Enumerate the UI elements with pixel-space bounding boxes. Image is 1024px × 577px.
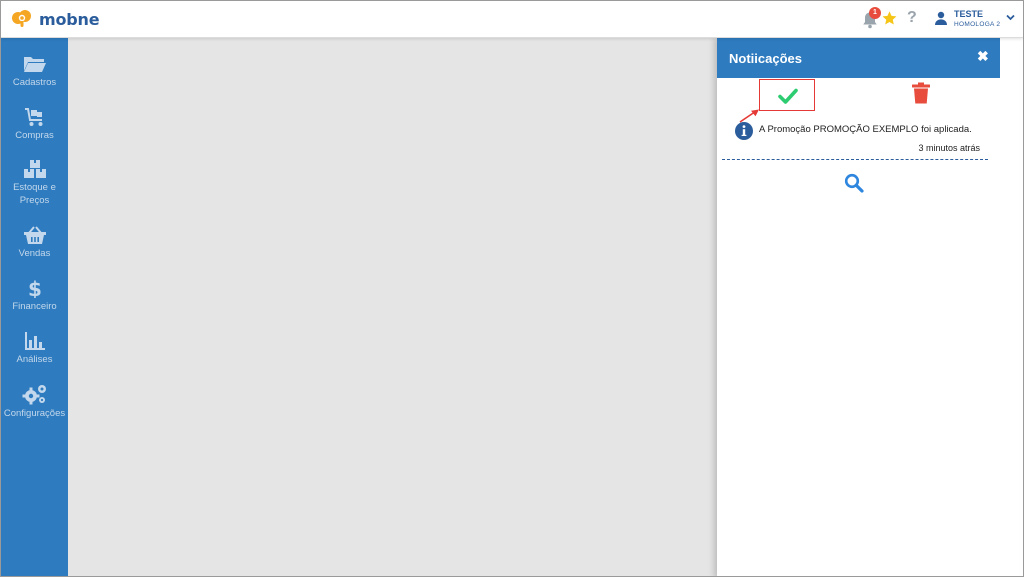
notification-divider bbox=[722, 159, 988, 160]
user-name[interactable]: TESTE bbox=[954, 9, 983, 19]
sidebar-item-configuracoes[interactable]: Configurações bbox=[1, 383, 68, 421]
notifications-header: Notiicações ✖ bbox=[717, 38, 1000, 78]
chevron-down-icon[interactable] bbox=[1006, 14, 1015, 21]
cart-icon bbox=[24, 108, 42, 126]
sidebar-item-financeiro[interactable]: $ Financeiro bbox=[1, 278, 68, 314]
sidebar-item-label: Configurações bbox=[3, 408, 66, 419]
main-content bbox=[68, 38, 718, 576]
sidebar-item-compras[interactable]: Compras bbox=[1, 107, 68, 143]
search-icon[interactable] bbox=[844, 173, 864, 193]
folder-icon bbox=[23, 57, 46, 72]
mark-as-read-button[interactable] bbox=[759, 79, 815, 111]
sidebar-item-label: Financeiro bbox=[12, 301, 57, 312]
basket-icon bbox=[23, 226, 46, 244]
star-icon[interactable] bbox=[881, 10, 898, 27]
sidebar-item-vendas[interactable]: Vendas bbox=[1, 225, 68, 261]
sidebar: Cadastros Compras Estoque e Preços Venda… bbox=[1, 38, 68, 576]
notifications-title: Notiicações bbox=[729, 51, 802, 66]
sidebar-item-estoque-e-precos[interactable]: Estoque e Preços bbox=[1, 159, 68, 207]
dollar-icon: $ bbox=[28, 278, 42, 298]
trash-icon[interactable] bbox=[911, 82, 931, 104]
svg-text:$: $ bbox=[28, 278, 42, 298]
help-icon[interactable]: ? bbox=[907, 9, 917, 27]
info-icon bbox=[735, 122, 753, 140]
check-icon bbox=[778, 88, 798, 104]
sidebar-item-label: Vendas bbox=[18, 248, 51, 259]
sidebar-item-cadastros[interactable]: Cadastros bbox=[1, 54, 68, 90]
app-window: mobne 1 ? TESTE HOMOLOGA 2 Cadastros Com… bbox=[0, 0, 1024, 577]
sidebar-item-label: Compras bbox=[15, 130, 54, 141]
sidebar-item-label: Análises bbox=[16, 354, 53, 365]
notification-message: A Promoção PROMOÇÃO EXEMPLO foi aplicada… bbox=[759, 124, 972, 135]
notification-timestamp: 3 minutos atrás bbox=[918, 143, 980, 153]
user-environment: HOMOLOGA 2 bbox=[954, 21, 1001, 28]
close-icon[interactable]: ✖ bbox=[977, 48, 989, 65]
gears-icon bbox=[22, 385, 46, 405]
notification-count-badge: 1 bbox=[869, 7, 881, 19]
logo[interactable]: mobne bbox=[11, 9, 100, 29]
bar-chart-icon bbox=[24, 332, 45, 350]
notifications-panel: Notiicações ✖ A Promoção PROMOÇÃO EXEMPL… bbox=[717, 38, 1023, 576]
pointer-arrow-annotation bbox=[739, 109, 759, 123]
sidebar-item-analises[interactable]: Análises bbox=[1, 331, 68, 367]
boxes-icon bbox=[23, 160, 46, 178]
sidebar-item-label: Cadastros bbox=[12, 77, 57, 88]
sidebar-item-label: Estoque e Preços bbox=[13, 182, 56, 206]
top-bar: mobne 1 ? TESTE HOMOLOGA 2 bbox=[1, 1, 1023, 38]
app-name: mobne bbox=[39, 9, 100, 29]
user-icon[interactable] bbox=[934, 11, 948, 25]
mobne-logo-icon bbox=[12, 10, 31, 27]
